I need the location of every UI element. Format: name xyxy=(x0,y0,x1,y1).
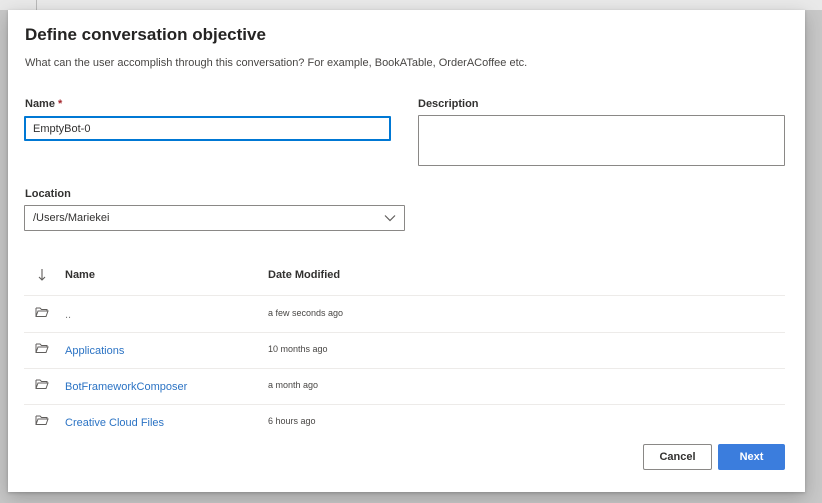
table-row[interactable]: Applications 10 months ago xyxy=(24,332,785,369)
row-date: 10 months ago xyxy=(268,344,328,354)
name-input[interactable] xyxy=(24,116,391,141)
next-button[interactable]: Next xyxy=(718,444,785,470)
table-row[interactable]: BotFrameworkComposer a month ago xyxy=(24,368,785,405)
name-label: Name * xyxy=(25,98,62,110)
folder-open-icon xyxy=(35,307,49,317)
folder-open-icon xyxy=(35,343,49,353)
location-value: /Users/Mariekei xyxy=(33,212,110,224)
description-label: Description xyxy=(418,98,479,110)
table-row[interactable]: Creative Cloud Files 6 hours ago xyxy=(24,404,785,440)
location-dropdown[interactable]: /Users/Mariekei xyxy=(24,205,405,231)
dialog-subtitle: What can the user accomplish through thi… xyxy=(25,57,528,69)
table-row[interactable]: .. a few seconds ago xyxy=(24,296,785,333)
row-name[interactable]: .. xyxy=(65,309,71,321)
define-objective-dialog: Define conversation objective What can t… xyxy=(8,10,805,492)
chevron-down-icon xyxy=(384,215,396,222)
row-name[interactable]: BotFrameworkComposer xyxy=(65,381,187,393)
arrow-down-icon[interactable] xyxy=(37,268,47,282)
name-label-text: Name xyxy=(25,98,55,110)
column-header-name[interactable]: Name xyxy=(65,269,95,281)
row-name[interactable]: Creative Cloud Files xyxy=(65,417,164,429)
location-label: Location xyxy=(25,188,71,200)
file-table-header: Name Date Modified xyxy=(24,263,785,296)
row-date: a few seconds ago xyxy=(268,308,344,318)
description-input[interactable] xyxy=(418,115,785,166)
required-marker: * xyxy=(57,98,63,110)
folder-open-icon xyxy=(35,415,49,425)
row-date: a month ago xyxy=(268,380,319,390)
app-background-strip xyxy=(0,0,822,10)
column-header-date-modified[interactable]: Date Modified xyxy=(268,269,340,281)
cancel-button[interactable]: Cancel xyxy=(643,444,712,470)
folder-open-icon xyxy=(35,379,49,389)
row-name[interactable]: Applications xyxy=(65,345,124,357)
row-date: 6 hours ago xyxy=(268,416,316,426)
dialog-title: Define conversation objective xyxy=(25,25,266,44)
